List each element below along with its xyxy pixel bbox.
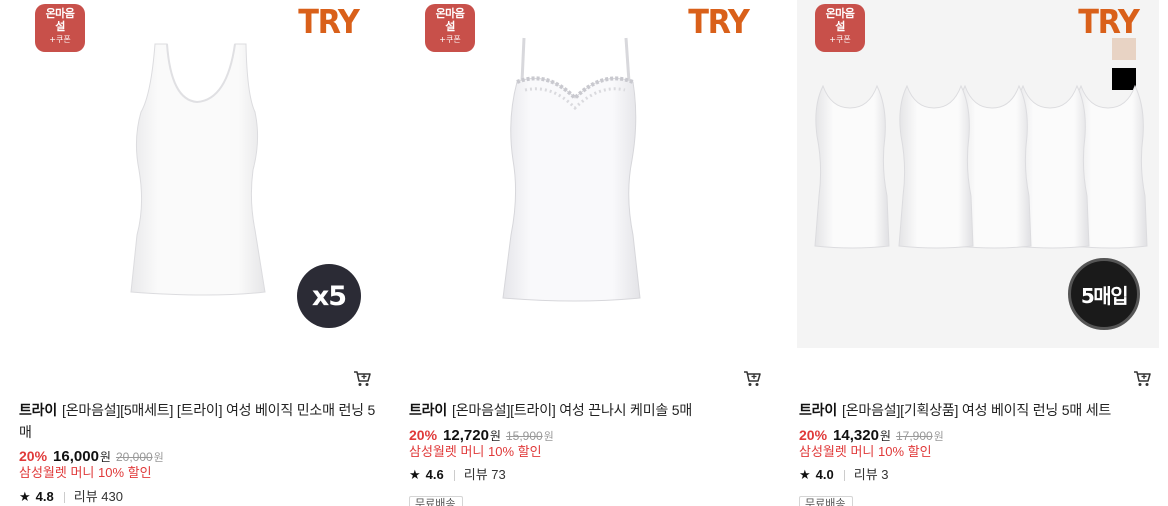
original-price: 15,900	[505, 429, 543, 443]
original-currency: 원	[153, 452, 164, 464]
product-title[interactable]: 트라이 [온마음설][5매세트] [트라이] 여성 베이직 민소매 런닝 5매	[19, 399, 381, 443]
discount-rate: 20%	[799, 427, 828, 443]
product-image[interactable]: 온마음 설 +쿠폰 TRY	[407, 0, 769, 348]
original-currency: 원	[543, 431, 554, 443]
benefit-text: 삼성월렛 머니 10% 할인	[799, 444, 932, 459]
cart-icon[interactable]	[743, 370, 761, 387]
review-count: 리뷰 73	[463, 467, 506, 482]
currency-unit: 원	[489, 429, 501, 443]
sale-price: 14,320	[833, 427, 879, 444]
product-image[interactable]: 온마음 설 +쿠폰 TRY x5	[17, 0, 379, 348]
original-price: 20,000	[115, 450, 153, 464]
star-icon: ★	[799, 467, 811, 482]
rating-score: 4.6	[425, 467, 444, 482]
sale-price: 12,720	[443, 427, 489, 444]
star-icon: ★	[409, 467, 421, 482]
sale-price: 16,000	[53, 448, 99, 465]
discount-rate: 20%	[19, 448, 48, 464]
product-card[interactable]: 온마음 설 +쿠폰 TRY 5매입 트라이 [온마음설][기획상품] 여성 베이…	[797, 0, 1159, 506]
brand-name: 트라이	[799, 402, 838, 418]
divider	[453, 469, 455, 481]
currency-unit: 원	[99, 450, 111, 464]
product-card[interactable]: 온마음 설 +쿠폰 TRY x5 트라이 [온마음설][5매세트] [트라이] 여…	[17, 0, 379, 506]
brand-name: 트라이	[409, 402, 448, 418]
currency-unit: 원	[879, 429, 891, 443]
product-card[interactable]: 온마음 설 +쿠폰 TRY 트라이 [온마음설][트라이] 여성 끈나시 케미솔 …	[407, 0, 769, 506]
product-name: [온마음설][5매세트] [트라이] 여성 베이직 민소매 런닝 5매	[19, 402, 376, 440]
quantity-badge: 5매입	[1068, 258, 1140, 330]
rating-row: ★ 4.0 리뷰 3	[799, 466, 889, 484]
discount-rate: 20%	[409, 427, 438, 443]
product-name: [온마음설][트라이] 여성 끈나시 케미솔 5매	[452, 402, 693, 418]
rating-row: ★ 4.8 리뷰 430	[19, 488, 123, 506]
rating-score: 4.0	[815, 467, 834, 482]
divider	[63, 491, 65, 503]
product-name: [온마음설][기획상품] 여성 베이직 런닝 5매 세트	[842, 402, 1112, 418]
review-count: 리뷰 430	[73, 489, 123, 504]
original-price: 17,900	[895, 429, 933, 443]
camisole-image	[502, 37, 641, 302]
original-currency: 원	[933, 431, 944, 443]
brand-name: 트라이	[19, 402, 58, 418]
cart-icon[interactable]	[353, 370, 371, 387]
benefit-text: 삼성월렛 머니 10% 할인	[409, 444, 542, 459]
divider	[843, 469, 845, 481]
star-icon: ★	[19, 489, 31, 504]
shipping-tag: 무료배송	[799, 496, 853, 506]
product-title[interactable]: 트라이 [온마음설][트라이] 여성 끈나시 케미솔 5매	[409, 399, 771, 421]
quantity-badge: x5	[297, 264, 361, 328]
product-image[interactable]: 온마음 설 +쿠폰 TRY 5매입	[797, 0, 1159, 348]
cart-icon[interactable]	[1133, 370, 1151, 387]
product-title[interactable]: 트라이 [온마음설][기획상품] 여성 베이직 런닝 5매 세트	[799, 399, 1161, 421]
review-count: 리뷰 3	[853, 467, 889, 482]
rating-score: 4.8	[35, 489, 54, 504]
rating-row: ★ 4.6 리뷰 73	[409, 466, 506, 484]
shipping-tag: 무료배송	[409, 496, 463, 506]
benefit-text: 삼성월렛 머니 10% 할인	[19, 465, 152, 480]
